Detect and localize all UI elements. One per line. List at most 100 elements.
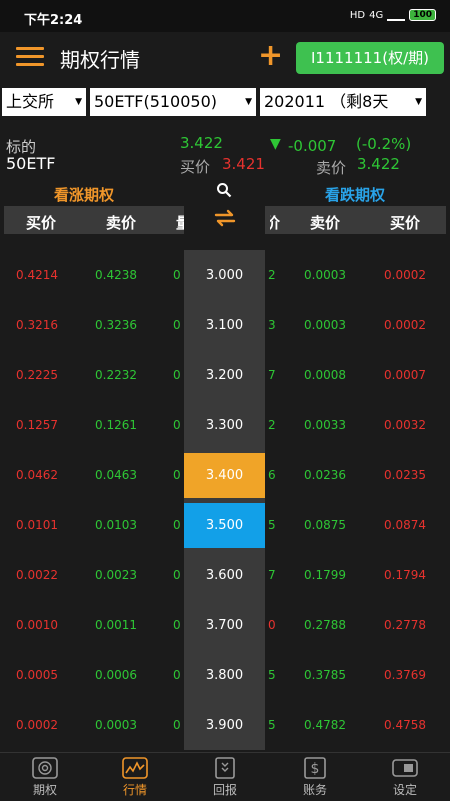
nav-settings[interactable]: 设定 [370, 757, 440, 798]
put-ask: 0.2788 [304, 618, 346, 632]
hd-icon: HD [349, 9, 366, 21]
put-bid: 0.4758 [384, 718, 426, 732]
refresh-icon[interactable] [212, 208, 238, 228]
col-call-bid: 买价 [26, 214, 57, 232]
put-ask: 0.0003 [304, 268, 346, 282]
call-bid: 0.1257 [16, 418, 58, 432]
call-ask: 0.0103 [95, 518, 137, 532]
put-clipped: 7 [268, 568, 275, 582]
nav-account-label: 账务 [302, 783, 327, 797]
exchange-select[interactable]: 上交所 ▼ [2, 88, 86, 116]
expiry-select[interactable]: 202011 （剩8天 ▼ [260, 88, 426, 116]
call-clipped: 0 [173, 318, 181, 332]
strike-price[interactable]: 3.700 [184, 603, 265, 648]
col-put-ask: 卖价 [310, 214, 341, 232]
nav-account[interactable]: $ 账务 [280, 757, 350, 798]
strike-price[interactable]: 3.300 [184, 403, 265, 448]
call-bid: 0.3216 [16, 318, 58, 332]
table-row[interactable]: 0.3216 0.3236 0 3.100 3 0.0003 0.0002 [0, 301, 450, 350]
down-arrow-icon: ▼ [270, 136, 281, 152]
put-bid: 0.0874 [384, 518, 426, 532]
put-bid: 0.0002 [384, 268, 426, 282]
underlying-select[interactable]: 50ETF(510050) ▼ [90, 88, 256, 116]
strike-price[interactable]: 3.200 [184, 353, 265, 398]
put-bid: 0.0235 [384, 468, 426, 482]
table-row[interactable]: 0.4214 0.4238 0 3.000 2 0.0003 0.0002 [0, 251, 450, 300]
put-ask: 0.0008 [304, 368, 346, 382]
strike-price[interactable]: 3.600 [184, 553, 265, 598]
status-icons: HD 4G 100 [350, 9, 436, 21]
col-call-clipped: 量 [176, 214, 184, 232]
call-clipped: 0 [173, 668, 181, 682]
strike-price-selected[interactable]: 3.500 [184, 503, 265, 548]
toggle-icon [392, 759, 418, 777]
account-button[interactable]: I1111111(权/期) [296, 42, 444, 74]
col-put-bid: 买价 [390, 214, 421, 232]
svg-text:$: $ [311, 761, 320, 777]
table-row[interactable]: 0.0022 0.0023 0 3.600 7 0.1799 0.1794 [0, 551, 450, 600]
put-clipped: 7 [268, 368, 275, 382]
underlying-quote: 标的 50ETF 3.422 买价 3.421 ▼ -0.007 (-0.2%)… [0, 128, 450, 178]
call-bid: 0.0010 [16, 618, 58, 632]
put-clipped: 5 [268, 668, 275, 682]
call-clipped: 0 [173, 718, 181, 732]
strike-price[interactable]: 3.000 [184, 253, 265, 298]
report-icon [215, 757, 235, 779]
exchange-value: 上交所 [6, 92, 55, 111]
signal-icon [387, 9, 406, 21]
put-ask: 0.0003 [304, 318, 346, 332]
price-change: -0.007 [288, 137, 337, 155]
table-row[interactable]: 0.0002 0.0003 0 3.900 5 0.4782 0.4758 [0, 701, 450, 750]
selector-row: 上交所 ▼ 50ETF(510050) ▼ 202011 （剩8天 ▼ [0, 86, 450, 118]
put-clipped: 3 [268, 318, 275, 332]
put-bid: 0.3769 [384, 668, 426, 682]
strike-price[interactable]: 3.900 [184, 703, 265, 748]
call-clipped: 0 [173, 618, 181, 632]
nav-report[interactable]: 回报 [190, 757, 260, 798]
call-clipped: 0 [173, 418, 181, 432]
underlying-name: 50ETF [6, 154, 56, 173]
nav-settings-label: 设定 [392, 783, 417, 797]
page-title: 期权行情 [60, 48, 140, 72]
col-put-clipped: 价 [270, 214, 280, 232]
table-row[interactable]: 0.0101 0.0103 0 3.500 5 0.0875 0.0874 [0, 501, 450, 550]
put-clipped: 0 [268, 618, 275, 632]
call-bid: 0.0022 [16, 568, 58, 582]
call-bid: 0.4214 [16, 268, 58, 282]
ask-value: 3.422 [357, 155, 400, 173]
table-row[interactable]: 0.2225 0.2232 0 3.200 7 0.0008 0.0007 [0, 351, 450, 400]
call-ask: 0.0011 [95, 618, 137, 632]
table-row[interactable]: 0.1257 0.1261 0 3.300 2 0.0033 0.0032 [0, 401, 450, 450]
search-icon[interactable] [216, 182, 232, 198]
add-icon[interactable]: + [258, 38, 283, 73]
col-call-ask: 卖价 [106, 214, 137, 232]
table-row[interactable]: 0.0005 0.0006 0 3.800 5 0.3785 0.3769 [0, 651, 450, 700]
nav-options[interactable]: 期权 [10, 757, 80, 798]
call-clipped: 0 [173, 368, 181, 382]
call-bid: 0.0002 [16, 718, 58, 732]
menu-icon[interactable] [16, 47, 44, 67]
put-ask: 0.0236 [304, 468, 346, 482]
strike-price-atm[interactable]: 3.400 [184, 453, 265, 498]
tab-put-options[interactable]: 看跌期权 [325, 184, 385, 205]
nav-quotes[interactable]: 行情 [100, 757, 170, 798]
put-clipped: 5 [268, 518, 275, 532]
bid-value: 3.421 [222, 155, 265, 173]
call-ask: 0.4238 [95, 268, 137, 282]
table-row[interactable]: 0.0462 0.0463 0 3.400 6 0.0236 0.0235 [0, 451, 450, 500]
put-ask: 0.0875 [304, 518, 346, 532]
put-bid: 0.0032 [384, 418, 426, 432]
strike-price[interactable]: 3.800 [184, 653, 265, 698]
call-bid: 0.2225 [16, 368, 58, 382]
tab-call-options[interactable]: 看涨期权 [54, 184, 114, 205]
dollar-icon: $ [304, 757, 326, 779]
top-bar: 期权行情 + I1111111(权/期) [0, 32, 450, 84]
put-clipped: 2 [268, 418, 275, 432]
price-change-pct: (-0.2%) [356, 135, 412, 153]
target-icon [32, 757, 58, 779]
strike-price[interactable]: 3.100 [184, 303, 265, 348]
call-bid: 0.0005 [16, 668, 58, 682]
expiry-value: 202011 （剩8天 [264, 92, 389, 111]
table-row[interactable]: 0.0010 0.0011 0 3.700 0 0.2788 0.2778 [0, 601, 450, 650]
call-ask: 0.1261 [95, 418, 137, 432]
